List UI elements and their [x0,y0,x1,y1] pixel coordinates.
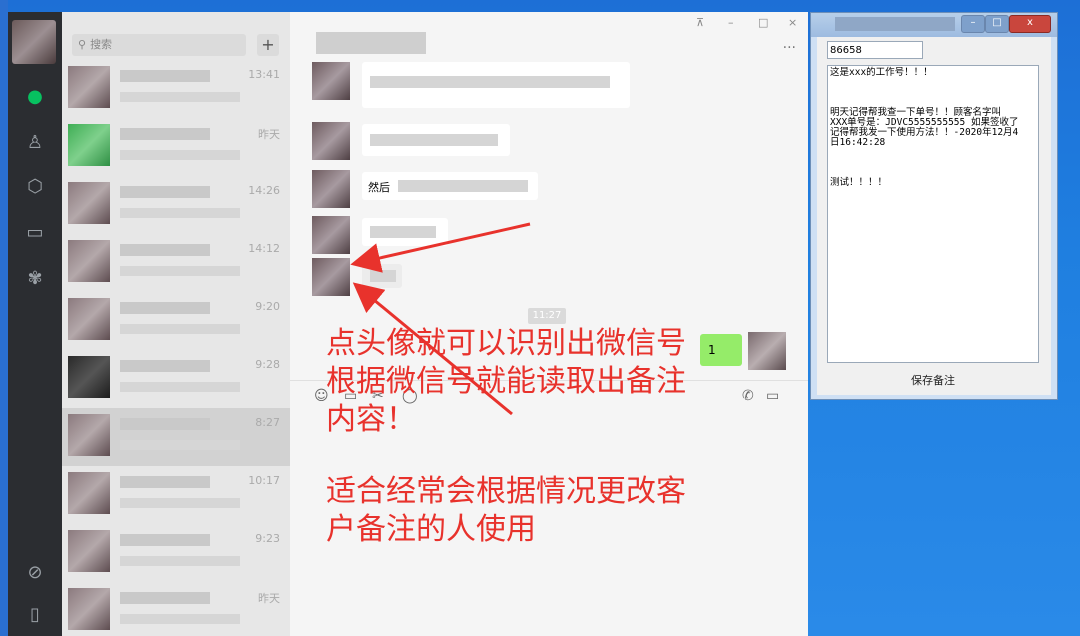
note-line: 测试！！！！ [830,177,888,188]
note-body: 86658 这是xxx的工作号！！！ 明天记得帮我查一下单号！！顾客名字叫 XX… [817,37,1051,395]
wechat-id-field[interactable]: 86658 [827,41,923,59]
annotation-line-1: 点头像就可以识别出微信号 [326,326,686,361]
maximize-button[interactable]: □ [985,15,1009,33]
annotation-line-2: 根据微信号就能读取出备注 [326,364,686,399]
annotation-line-4: 适合经常会根据情况更改客 [326,474,686,509]
note-line [830,78,1036,88]
close-button[interactable]: x [1009,15,1051,33]
note-textarea[interactable]: 这是xxx的工作号！！！ 明天记得帮我查一下单号！！顾客名字叫 XXX单号是：J… [827,65,1039,363]
arrow-1 [350,222,531,273]
annotation-line-3: 内容！ [326,402,416,437]
note-titlebar: – □ x [811,13,1057,37]
save-note-button[interactable]: 保存备注 [877,371,989,391]
annotation-line-5: 户备注的人使用 [326,512,536,547]
note-window: – □ x 86658 这是xxx的工作号！！！ 明天记得帮我查一下单号！！顾客… [810,12,1058,400]
minimize-button[interactable]: – [961,15,985,33]
note-line: 日16:42:28 [830,137,886,148]
note-line [830,88,1036,98]
note-line [830,158,1036,168]
note-line: 这是xxx的工作号！！！ [830,67,933,78]
note-line [830,148,1036,158]
